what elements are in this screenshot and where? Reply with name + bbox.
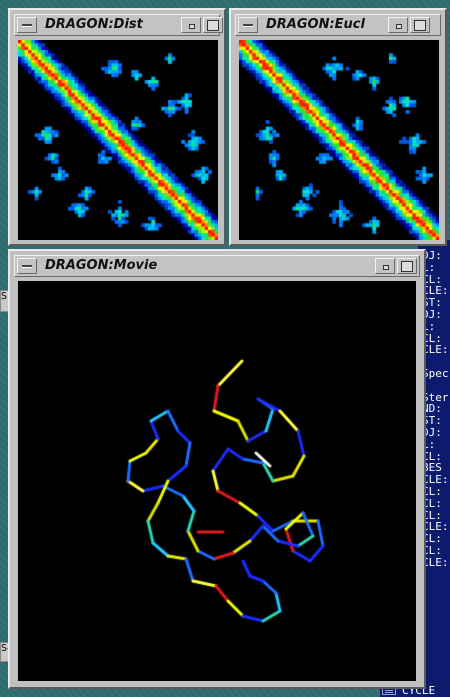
euclidean-matrix-view[interactable] xyxy=(239,40,439,240)
window-menu-button[interactable] xyxy=(17,258,37,274)
eucl-window[interactable]: DRAGON:Eucl xyxy=(229,8,447,246)
movie-window[interactable]: DRAGON:Movie xyxy=(8,249,426,689)
eucl-titlebar[interactable]: DRAGON:Eucl xyxy=(235,14,441,36)
window-title: DRAGON:Dist xyxy=(45,17,143,32)
dist-titlebar[interactable]: DRAGON:Dist xyxy=(14,14,223,36)
window-menu-button[interactable] xyxy=(17,17,37,33)
minimize-button[interactable] xyxy=(375,258,395,274)
dist-window[interactable]: DRAGON:Dist xyxy=(8,8,226,246)
desktop-fragment-top-label: S xyxy=(1,291,8,302)
maximize-button[interactable] xyxy=(203,17,223,33)
protein-movie-view[interactable] xyxy=(18,281,416,681)
distance-matrix-view[interactable] xyxy=(18,40,218,240)
window-menu-button[interactable] xyxy=(238,17,258,33)
euclidean-matrix-canvas xyxy=(239,40,439,240)
protein-backbone-canvas xyxy=(18,281,416,681)
maximize-button[interactable] xyxy=(397,258,417,274)
minimize-button[interactable] xyxy=(388,17,408,33)
maximize-button[interactable] xyxy=(410,17,430,33)
window-title: DRAGON:Movie xyxy=(45,258,158,273)
distance-matrix-canvas xyxy=(18,40,218,240)
minimize-button[interactable] xyxy=(181,17,201,33)
window-title: DRAGON:Eucl xyxy=(266,17,365,32)
movie-titlebar[interactable]: DRAGON:Movie xyxy=(14,255,420,277)
